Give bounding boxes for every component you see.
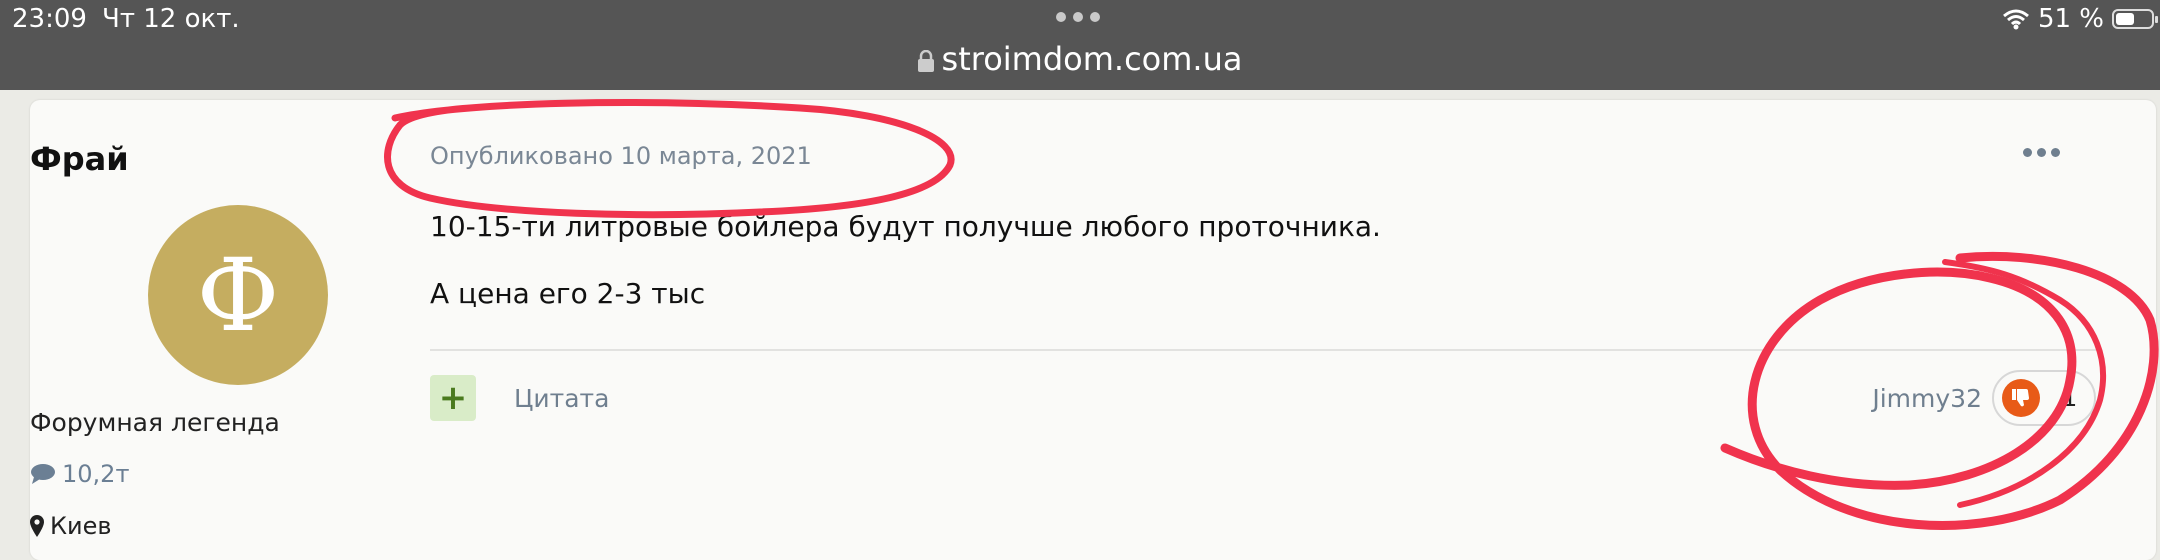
author-post-count: 10,2т (30, 460, 430, 488)
wifi-icon (2002, 9, 2029, 30)
reaction-button[interactable]: 1 (1992, 370, 2096, 426)
more-options-icon[interactable] (2023, 148, 2060, 157)
status-time: 23:09 (12, 4, 87, 34)
post-count-value: 10,2т (62, 460, 130, 488)
comment-icon (31, 464, 55, 484)
post-paragraph-2: А цена его 2-3 тыс (430, 277, 706, 310)
post-date[interactable]: Опубликовано 10 марта, 2021 (430, 142, 812, 170)
status-date: Чт 12 окт. (102, 4, 240, 34)
address-url: stroimdom.com.ua (941, 40, 1243, 78)
address-bar[interactable]: stroimdom.com.ua (0, 40, 2160, 78)
thumbs-down-icon (2002, 379, 2040, 417)
avatar[interactable]: Ф (148, 205, 328, 385)
status-right: 51 % (2002, 4, 2158, 34)
reacted-user-link[interactable]: Jimmy32 (1872, 384, 1982, 413)
map-pin-icon (30, 515, 44, 537)
lock-icon (917, 50, 934, 72)
location-value: Киев (50, 512, 112, 540)
forum-post: Фрай Ф Форумная легенда 10,2т Киев Опубл… (30, 100, 2156, 560)
post-content: 10-15-ти литровые бойлера будут получше … (430, 210, 1381, 344)
browser-top-bar: 23:09 Чт 12 окт. 51 % stroimdom.com.ua (0, 0, 2160, 90)
multitasking-dots-icon[interactable] (1056, 12, 1100, 22)
plus-icon[interactable]: + (430, 375, 476, 421)
divider (430, 349, 2096, 351)
author-name[interactable]: Фрай (30, 140, 430, 178)
reaction-count: 1 (2062, 384, 2078, 412)
battery-icon (2112, 9, 2158, 29)
author-rank: Форумная легенда (30, 408, 280, 437)
quote-button[interactable]: Цитата (514, 384, 609, 413)
post-paragraph-1: 10-15-ти литровые бойлера будут получше … (430, 210, 1381, 243)
author-location: Киев (30, 512, 430, 540)
avatar-letter: Ф (196, 236, 280, 354)
battery-percent: 51 % (2037, 4, 2104, 34)
